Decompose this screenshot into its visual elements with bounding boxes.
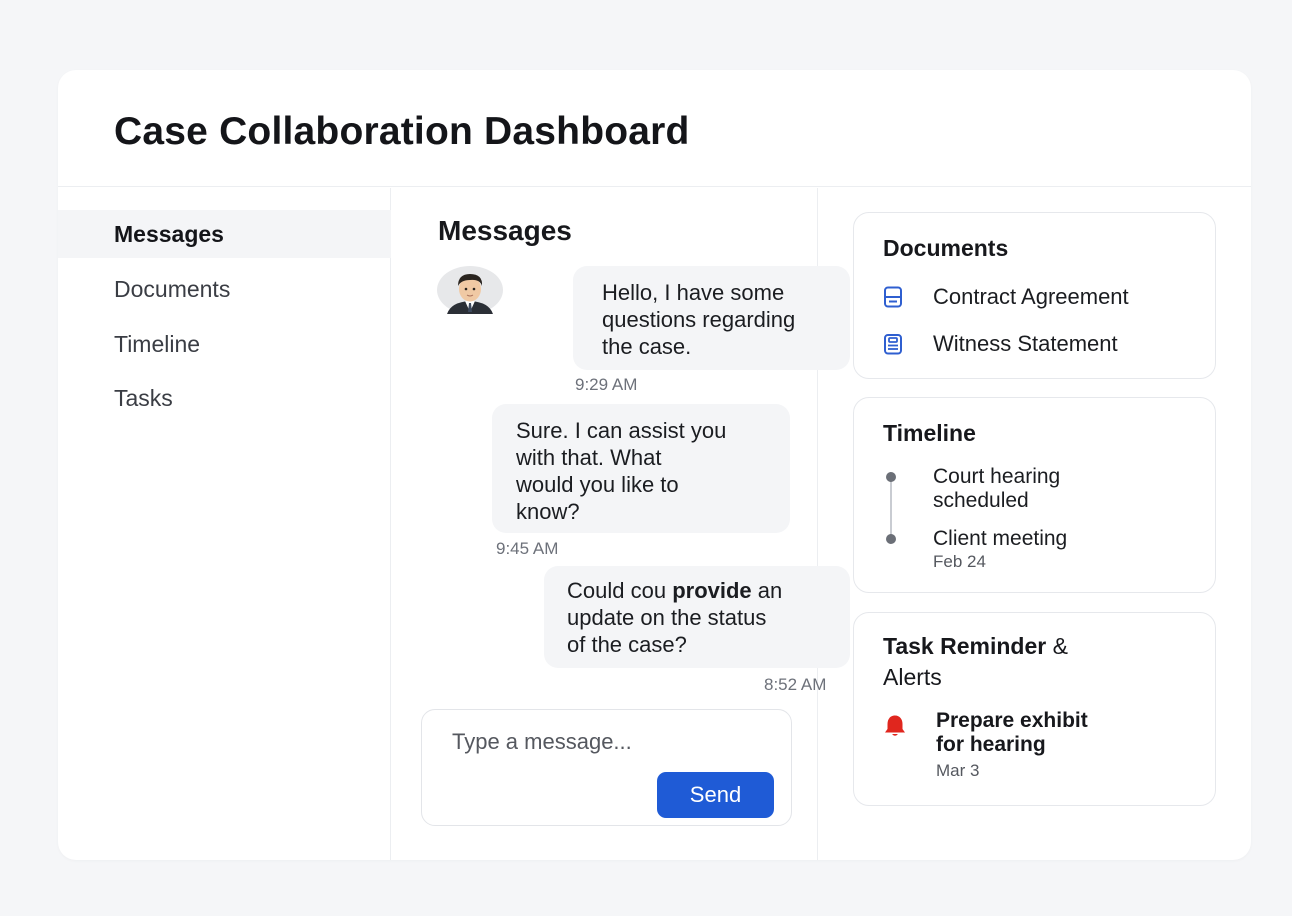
clipboard-icon: [883, 333, 903, 355]
documents-panel: Documents Contract Agreement Witness Sta…: [853, 212, 1216, 379]
document-item-witness[interactable]: Witness Statement: [883, 330, 1118, 358]
message-time: 9:45 AM: [496, 539, 559, 558]
bell-icon: [882, 713, 908, 739]
message-time: 9:29 AM: [575, 375, 638, 394]
timeline-item-label: Client meeting: [933, 527, 1068, 550]
sidebar-item-messages[interactable]: Messages: [58, 210, 391, 258]
message-text: Sure. I can assist you with that. What w…: [516, 418, 727, 524]
timeline-dot: [886, 472, 896, 482]
send-button[interactable]: Send: [657, 772, 774, 818]
tasks-title-bold: Task Reminder: [883, 633, 1047, 659]
task-item-label[interactable]: Prepare exhibit for hearing: [936, 709, 1088, 757]
documents-title: Documents: [883, 235, 1009, 261]
header: Case Collaboration Dashboard: [58, 70, 1251, 187]
sidebar-item-tasks[interactable]: Tasks: [58, 374, 391, 422]
tasks-title: Task Reminder & Alerts: [883, 631, 1068, 693]
dashboard-card: Case Collaboration Dashboard Messages Do…: [58, 70, 1251, 860]
timeline-connector: [890, 480, 892, 538]
message-bubble-outgoing: Sure. I can assist you with that. What w…: [492, 404, 790, 533]
document-icon: [883, 286, 903, 308]
messages-title: Messages: [438, 215, 572, 246]
message-time: 8:52 AM: [764, 675, 827, 694]
message-text-part: Could cou: [567, 578, 673, 603]
sidebar-item-timeline[interactable]: Timeline: [58, 320, 391, 368]
sidebar: Messages Documents Timeline Tasks: [58, 188, 391, 860]
message-text: Could cou provide an update on the statu…: [567, 577, 782, 658]
message-bubble-incoming: Could cou provide an update on the statu…: [544, 566, 850, 668]
message-composer: Send: [421, 709, 792, 826]
document-label: Contract Agreement: [933, 284, 1129, 309]
timeline-item-date: Feb 24: [933, 552, 986, 571]
timeline-panel: Timeline Court hearing scheduled Client …: [853, 397, 1216, 593]
message-text-bold: provide: [672, 578, 752, 603]
task-reminders-panel: Task Reminder & Alerts Prepare exhibit f…: [853, 612, 1216, 806]
task-item-date: Mar 3: [936, 761, 980, 780]
timeline-dot: [886, 534, 896, 544]
message-input[interactable]: [452, 724, 772, 760]
page-title: Case Collaboration Dashboard: [114, 110, 690, 153]
timeline-item-label: Court hearing scheduled: [933, 465, 1061, 512]
document-label: Witness Statement: [933, 331, 1118, 356]
timeline-title: Timeline: [883, 420, 976, 446]
message-text: Hello, I have some questions regarding t…: [602, 280, 796, 359]
avatar: [437, 266, 504, 314]
document-item-contract[interactable]: Contract Agreement: [883, 283, 1129, 311]
message-bubble-incoming: Hello, I have some questions regarding t…: [573, 266, 850, 370]
messages-panel: Messages Hello, I have some questions re…: [392, 188, 850, 860]
sidebar-item-documents[interactable]: Documents: [58, 265, 391, 313]
